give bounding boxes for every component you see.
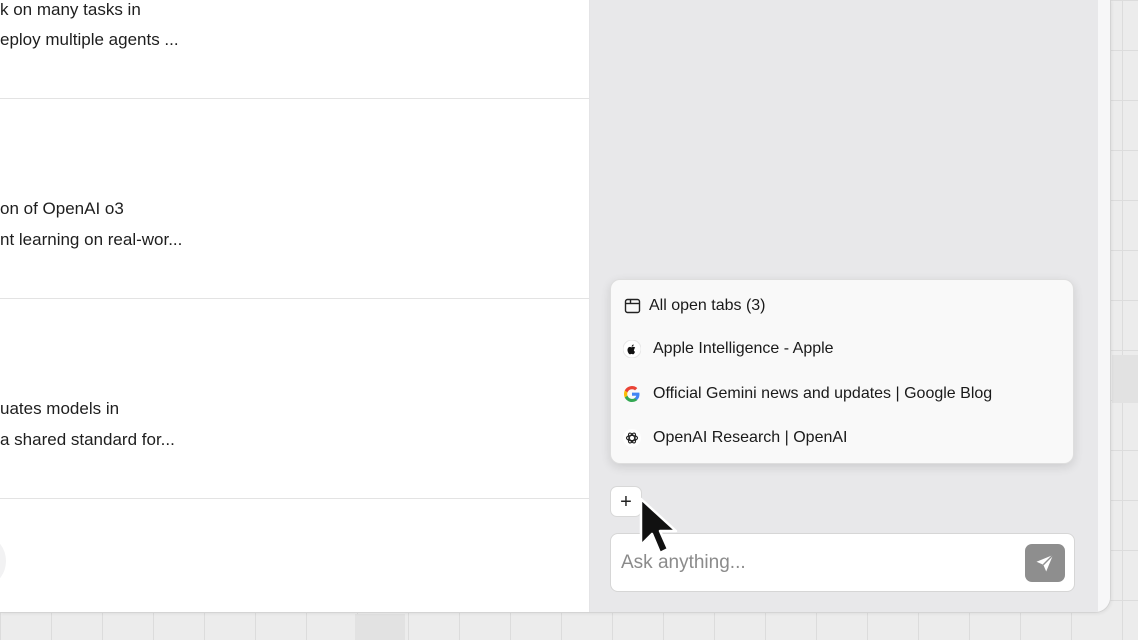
article-2-line-1: on of OpenAI o3: [0, 199, 124, 218]
tab-item-openai[interactable]: OpenAI Research | OpenAI: [623, 426, 847, 450]
openai-icon: [623, 429, 641, 447]
tab-item-label: OpenAI Research | OpenAI: [653, 429, 848, 446]
open-tabs-menu: All open tabs (3) Apple Intelligence - A…: [610, 279, 1074, 464]
article-3-line-1: uates models in: [0, 399, 120, 418]
article-divider: [0, 498, 589, 499]
all-open-tabs-item[interactable]: All open tabs (3): [623, 294, 766, 318]
apple-icon: [623, 340, 641, 358]
tab-item-label: Official Gemini news and updates | Googl…: [653, 385, 993, 402]
tab-item-google[interactable]: Official Gemini news and updates | Googl…: [623, 382, 992, 406]
tabs-icon: [623, 297, 641, 315]
tab-item-label: Apple Intelligence - Apple: [653, 340, 834, 357]
article-2-line-2: nt learning on real-wor...: [0, 230, 183, 249]
article-3-line-2: a shared standard for...: [0, 430, 175, 449]
plus-icon: +: [620, 490, 632, 513]
article-divider: [0, 98, 589, 99]
partial-avatar[interactable]: [0, 538, 6, 584]
background-grid-cell: [355, 614, 405, 640]
chat-composer: [610, 533, 1075, 592]
tab-item-apple[interactable]: Apple Intelligence - Apple: [623, 337, 834, 361]
send-icon: [1034, 552, 1056, 574]
send-button[interactable]: [1025, 544, 1065, 582]
ask-input[interactable]: [621, 551, 1011, 575]
add-context-button[interactable]: +: [610, 486, 642, 517]
article-1-line-1: k on many tasks in: [0, 0, 141, 19]
article-1-line-2: eploy multiple agents ...: [0, 30, 179, 49]
sidebar-edge: [1098, 0, 1110, 612]
google-icon: [623, 385, 641, 403]
article-list: k on many tasks in eploy multiple agents…: [0, 0, 590, 612]
article-divider: [0, 298, 589, 299]
background-grid-cell: [1112, 355, 1138, 403]
all-open-tabs-label: All open tabs (3): [649, 297, 766, 314]
